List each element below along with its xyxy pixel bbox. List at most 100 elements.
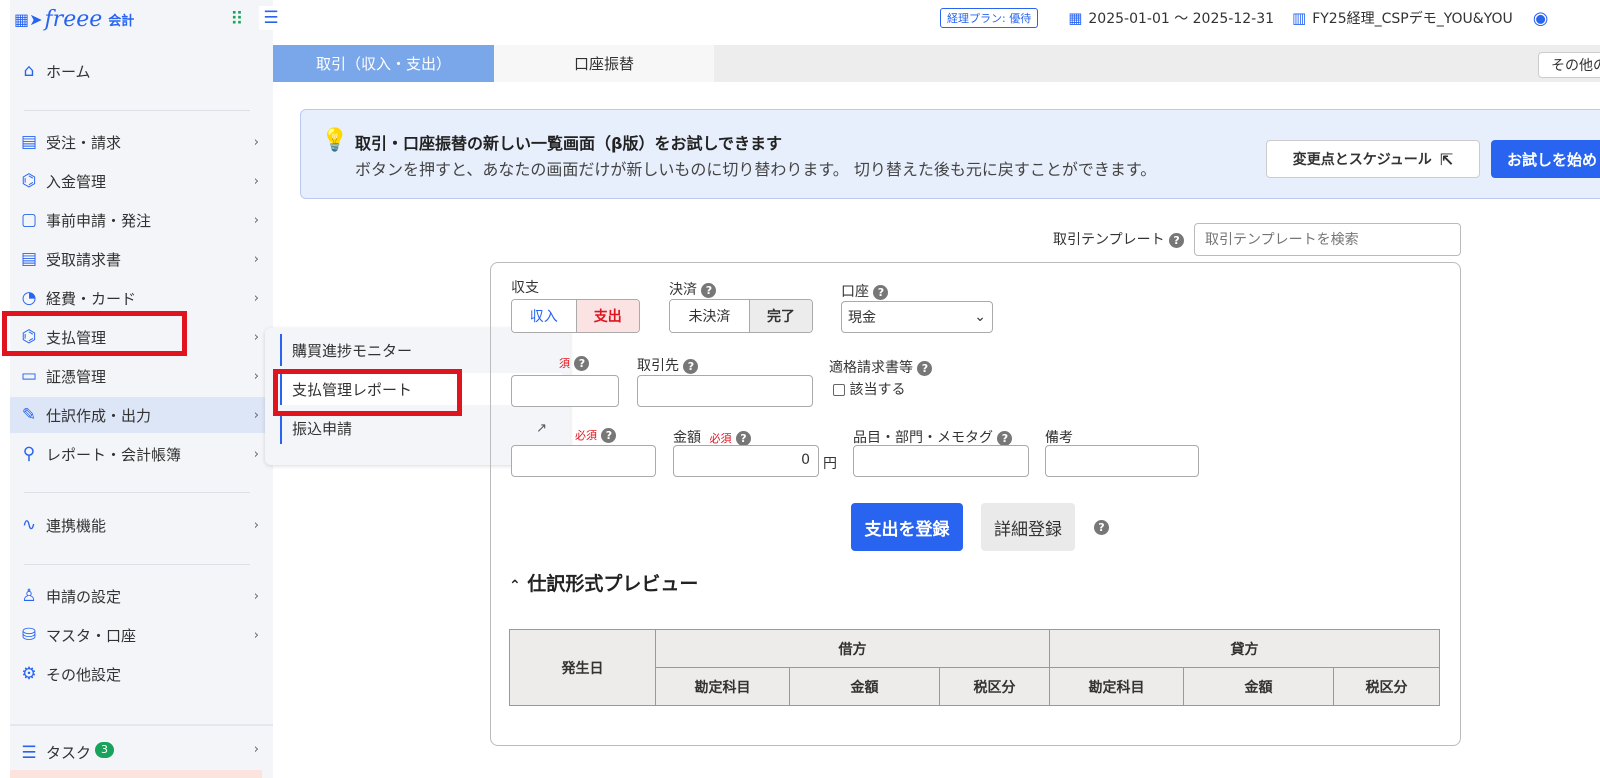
- register-expense-button[interactable]: 支出を登録: [851, 503, 963, 551]
- beta-banner: 💡 取引・口座振替の新しい一覧画面（β版）をお試しできます ボタンを押すと、あな…: [300, 109, 1600, 199]
- sidebar-item-pre-approval[interactable]: ▢ 事前申請・発注 ›: [10, 202, 273, 238]
- col-debit-account: 勘定科目: [655, 667, 790, 706]
- partner-label: 取引先 ?: [637, 355, 699, 375]
- header: 経理プラン: 優待 ▦ 2025-01-01 〜 2025-12-31 ▥ FY…: [940, 0, 1554, 36]
- invoice-icon: ▤: [20, 249, 38, 269]
- freee-logo[interactable]: ▦➤ freee 会計: [14, 2, 134, 36]
- help-icon[interactable]: ?: [917, 360, 933, 376]
- date-required-label: 須 ?: [555, 355, 590, 371]
- sidebar-item-label: 証憑管理: [46, 367, 107, 386]
- help-icon[interactable]: ?: [683, 358, 699, 374]
- sidebar-item-journals[interactable]: ✎ 仕訳作成・出力 ›: [10, 397, 273, 433]
- sidebar-item-vouchers[interactable]: ▭ 証憑管理 ›: [10, 358, 273, 394]
- sidebar-item-label: 受取請求書: [46, 250, 122, 269]
- chevron-right-icon: ›: [253, 290, 259, 306]
- help-icon[interactable]: ?: [997, 430, 1013, 446]
- account-item-label: 必須 ?: [571, 427, 617, 443]
- sidebar-item-master[interactable]: ⛁ マスタ・口座 ›: [10, 617, 273, 653]
- partner-input[interactable]: [637, 375, 813, 407]
- sidebar-item-label: ホーム: [46, 62, 91, 81]
- tags-label: 品目・部門・メモタグ ?: [853, 427, 1013, 447]
- company-name[interactable]: FY25経理_CSPデモ_YOU&YOU: [1312, 8, 1513, 28]
- col-date: 発生日: [509, 629, 656, 706]
- detail-register-button[interactable]: 詳細登録: [981, 503, 1075, 551]
- expense-option[interactable]: 支出: [575, 300, 639, 332]
- account-select[interactable]: 現金 ⌄: [841, 301, 993, 333]
- id-card-icon: ▭: [20, 366, 38, 386]
- submenu-item-label: 振込申請: [292, 419, 353, 438]
- app-grid-icon[interactable]: ⠿: [226, 8, 248, 30]
- sidebar-item-reports[interactable]: ⚲ レポート・会計帳簿 ›: [10, 436, 273, 472]
- yen-unit: 円: [823, 456, 837, 472]
- col-credit-amount: 金額: [1183, 667, 1334, 706]
- settled-option[interactable]: 完了: [748, 300, 812, 332]
- clipboard-icon: ▢: [20, 210, 38, 230]
- try-beta-button[interactable]: お試しを始め: [1491, 140, 1600, 178]
- income-expense-label: 収支: [511, 280, 539, 296]
- user-icon[interactable]: ◉: [1533, 8, 1549, 29]
- template-search-input[interactable]: [1194, 223, 1461, 256]
- sidebar-item-home[interactable]: ⌂ ホーム: [10, 53, 273, 89]
- sidebar-item-other-settings[interactable]: ⚙ その他設定: [10, 656, 273, 692]
- unsettled-option[interactable]: 未決済: [670, 300, 749, 332]
- account-item-input[interactable]: [511, 445, 656, 477]
- sidebar-item-label: 仕訳作成・出力: [46, 406, 152, 425]
- col-credit: 貸方: [1049, 629, 1440, 668]
- collapse-sidebar-icon[interactable]: ☰: [259, 6, 283, 30]
- help-icon[interactable]: ?: [873, 284, 889, 300]
- fiscal-period[interactable]: 2025-01-01 〜 2025-12-31: [1088, 8, 1274, 28]
- chevron-right-icon: ›: [253, 407, 259, 423]
- chevron-right-icon: ›: [253, 588, 259, 604]
- sidebar-item-received-invoices[interactable]: ▤ 受取請求書 ›: [10, 241, 273, 277]
- invoice-checkbox-label: 該当する: [849, 382, 906, 398]
- sidebar-item-receipts[interactable]: ⌬ 入金管理 ›: [10, 163, 273, 199]
- sidebar-item-label: タスク: [46, 744, 92, 762]
- settlement-label: 決済 ?: [669, 279, 717, 299]
- magnifier-chart-icon: ⚲: [22, 444, 36, 464]
- income-option[interactable]: 収入: [512, 300, 576, 332]
- tags-label-text: 品目・部門・メモタグ: [853, 430, 993, 446]
- sidebar-item-orders[interactable]: ▤ 受注・請求 ›: [10, 124, 273, 160]
- amount-input[interactable]: 0: [673, 445, 819, 477]
- chevron-right-icon: ›: [253, 251, 259, 267]
- help-icon[interactable]: ?: [735, 430, 751, 446]
- banner-text: ボタンを押すと、あなたの画面だけが新しいものに切り替わります。 切り替えた後も元…: [355, 160, 1157, 179]
- tab-transactions[interactable]: 取引（収入・支出）: [273, 45, 494, 82]
- user-gear-icon: ♙: [21, 586, 37, 606]
- chevron-right-icon: ›: [253, 517, 259, 533]
- help-icon[interactable]: ?: [574, 355, 590, 371]
- col-credit-account: 勘定科目: [1049, 667, 1184, 706]
- help-icon[interactable]: ?: [1169, 232, 1185, 248]
- preview-section-title[interactable]: ⌃ 仕訳形式プレビュー: [509, 569, 698, 596]
- wallet-icon: ◔: [21, 288, 37, 308]
- sidebar-item-label: 申請の設定: [46, 587, 122, 606]
- income-expense-toggle: 収入 支出: [511, 299, 640, 333]
- highlight-box-payments: [2, 311, 187, 356]
- help-icon[interactable]: ?: [601, 427, 617, 443]
- help-icon[interactable]: ?: [701, 282, 717, 298]
- help-icon[interactable]: ?: [1094, 520, 1109, 535]
- lightbulb-icon: 💡: [321, 128, 349, 153]
- amount-label-text: 金額: [673, 430, 701, 446]
- memo-label: 備考: [1045, 430, 1073, 446]
- tab-bar: 取引（収入・支出） 口座振替 その他の: [273, 45, 1600, 82]
- other-menu-button[interactable]: その他の: [1538, 52, 1600, 78]
- sidebar-item-integrations[interactable]: ∿ 連携機能 ›: [10, 507, 273, 543]
- invoice-checkbox[interactable]: [833, 384, 845, 396]
- sidebar-item-request-settings[interactable]: ♙ 申請の設定 ›: [10, 578, 273, 614]
- invoice-checkbox-row[interactable]: 該当する: [833, 379, 905, 399]
- logo-text: freee: [44, 6, 103, 32]
- col-debit-amount: 金額: [789, 667, 940, 706]
- schedule-button[interactable]: 変更点とスケジュール ⇱: [1266, 140, 1480, 178]
- sidebar-divider: [24, 492, 250, 493]
- tags-input[interactable]: [853, 445, 1029, 477]
- sidebar-item-label: 受注・請求: [46, 133, 122, 152]
- tab-account-transfer[interactable]: 口座振替: [494, 45, 714, 82]
- invoice-label: 適格請求書等 ?: [829, 357, 933, 377]
- col-debit: 借方: [655, 629, 1050, 668]
- date-input[interactable]: [511, 375, 619, 407]
- memo-input[interactable]: [1045, 445, 1199, 477]
- notice-strip: [10, 770, 262, 778]
- banner-title: 取引・口座振替の新しい一覧画面（β版）をお試しできます: [355, 134, 782, 153]
- partner-label-text: 取引先: [637, 358, 679, 374]
